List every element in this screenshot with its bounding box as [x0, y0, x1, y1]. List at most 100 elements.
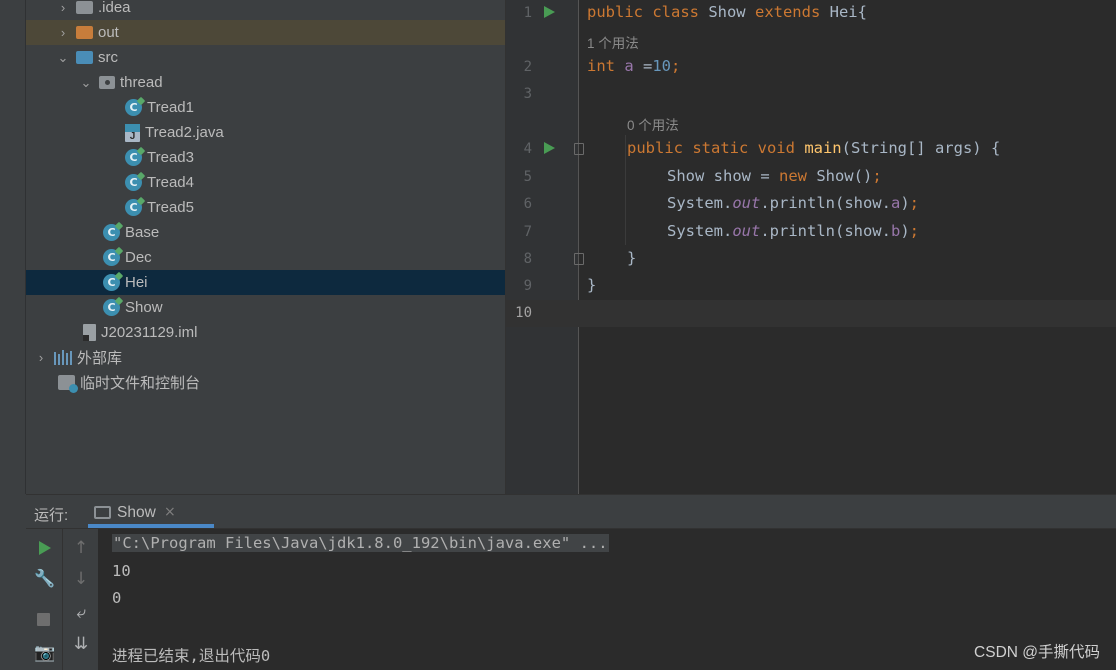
console-exit-message: 进程已结束,退出代码0 — [112, 647, 271, 665]
tree-item-scratches[interactable]: 临时文件和控制台 — [26, 370, 505, 395]
tree-item-src[interactable]: ⌄ src — [26, 45, 505, 70]
scratches-console-icon — [58, 375, 78, 393]
code-line-10: 10 — [506, 300, 1116, 327]
console-output-line: 0 — [112, 589, 122, 607]
tree-item-tread5[interactable]: C Tread5 — [26, 195, 505, 220]
chevron-right-icon[interactable]: › — [34, 350, 48, 365]
code-line-2: 2 int a =10; — [506, 54, 1116, 81]
usage-hint[interactable]: 1 个用法 — [587, 32, 639, 52]
line-number: 8 — [523, 251, 532, 267]
code-token: ; — [872, 167, 882, 185]
usage-hint-line: 1 个用法 — [506, 27, 1116, 54]
rerun-icon[interactable] — [39, 541, 51, 555]
code-token: a — [890, 194, 901, 212]
line-number: 10 — [515, 305, 532, 321]
package-icon — [99, 76, 115, 89]
usage-hint[interactable]: 0 个用法 — [627, 114, 679, 134]
camera-icon[interactable]: 📷 — [34, 643, 55, 663]
tree-item-idea[interactable]: › .idea — [26, 0, 505, 20]
scroll-to-end-icon[interactable]: ⇊ — [71, 634, 91, 654]
tree-item-thread[interactable]: ⌄ thread — [26, 70, 505, 95]
console-tab-icon — [94, 506, 111, 519]
java-class-icon: C — [103, 224, 120, 241]
code-token: a — [615, 57, 634, 75]
tree-item-tread3[interactable]: C Tread3 — [26, 145, 505, 170]
wrench-icon[interactable]: 🔧 — [34, 569, 55, 589]
tree-item-tread1[interactable]: C Tread1 — [26, 95, 505, 120]
chevron-right-icon[interactable]: › — [56, 0, 70, 15]
tree-item-label: Tread4 — [147, 174, 194, 191]
fold-marker-icon[interactable] — [574, 143, 584, 155]
tree-item-show[interactable]: C Show — [26, 295, 505, 320]
line-number: 3 — [523, 86, 532, 102]
code-token: (String[] args) { — [841, 139, 1001, 157]
tree-item-label: 外部库 — [77, 350, 123, 367]
fold-marker-icon[interactable] — [574, 253, 584, 265]
tree-item-base[interactable]: C Base — [26, 220, 505, 245]
java-class-icon: C — [125, 174, 142, 191]
run-panel-header: 运行: Show × — [26, 494, 1116, 529]
code-token: out — [732, 222, 761, 240]
chevron-down-icon[interactable]: ⌄ — [79, 75, 93, 91]
left-tool-strip — [0, 0, 26, 494]
usage-hint-line: 0 个用法 — [506, 109, 1116, 136]
code-token: ; — [671, 57, 681, 75]
code-token: 10 — [652, 57, 672, 75]
code-text: public static void main(String[] args) { — [627, 139, 1000, 157]
source-folder-icon — [76, 51, 93, 64]
line-number: 7 — [523, 224, 532, 240]
code-line-5: 5 Show show = new Show(); — [506, 164, 1116, 191]
java-file-icon: J — [125, 123, 140, 142]
project-tree: › .idea › out ⌄ src ⌄ thread C Tread1 J … — [26, 0, 505, 494]
tree-item-tread2-java[interactable]: J Tread2.java — [26, 120, 505, 145]
chevron-down-icon[interactable]: ⌄ — [56, 50, 70, 66]
tree-item-label: Tread5 — [147, 199, 194, 216]
code-line-8: 8 } — [506, 246, 1116, 273]
tree-item-label: Dec — [125, 249, 152, 266]
java-class-icon: C — [125, 149, 142, 166]
tree-item-label: Show — [125, 299, 163, 316]
line-number: 6 — [523, 196, 532, 212]
line-number: 5 — [523, 169, 532, 185]
stop-icon[interactable] — [37, 613, 50, 626]
tree-item-label: .idea — [98, 0, 131, 16]
code-text: System.out.println(show.a); — [667, 194, 919, 212]
close-icon[interactable]: × — [164, 504, 176, 520]
code-token: ; — [909, 222, 920, 240]
code-token: ; — [909, 194, 920, 212]
library-icon — [54, 350, 72, 365]
tree-item-dec[interactable]: C Dec — [26, 245, 505, 270]
chevron-right-icon[interactable]: › — [56, 25, 70, 40]
tree-item-tread4[interactable]: C Tread4 — [26, 170, 505, 195]
code-line-6: 6 System.out.println(show.a); — [506, 191, 1116, 218]
code-text: } — [627, 249, 637, 267]
run-gutter-icon[interactable] — [544, 142, 555, 154]
console-output-line: 10 — [112, 562, 131, 580]
code-line-4: 4 public static void main(String[] args)… — [506, 136, 1116, 163]
code-text: public class Show extends Hei{ — [587, 3, 867, 21]
tree-item-external-libraries[interactable]: › 外部库 — [26, 345, 505, 370]
console-output[interactable]: "C:\Program Files\Java\jdk1.8.0_192\bin\… — [98, 529, 1116, 670]
line-number: 4 — [523, 141, 532, 157]
arrow-down-icon[interactable]: ↓ — [71, 569, 91, 589]
code-token: System. — [667, 222, 733, 240]
code-token: ) — [900, 222, 910, 240]
soft-wrap-icon[interactable]: ⤶ — [71, 603, 91, 623]
code-token: int — [587, 57, 615, 75]
tree-item-hei[interactable]: C Hei — [26, 270, 505, 295]
code-editor[interactable]: 1 public class Show extends Hei{ 1 个用法 2… — [505, 0, 1116, 494]
code-token: ) — [900, 194, 910, 212]
java-class-icon: C — [125, 199, 142, 216]
watermark: CSDN @手撕代码 — [974, 644, 1100, 661]
run-tab-show[interactable]: Show × — [88, 495, 214, 529]
arrow-up-icon[interactable]: ↑ — [71, 538, 91, 558]
code-token: Show() — [806, 167, 873, 185]
run-panel-label: 运行: — [34, 507, 69, 524]
run-gutter-icon[interactable] — [544, 6, 555, 18]
tree-item-out[interactable]: › out — [26, 20, 505, 45]
tree-item-iml[interactable]: J20231129.iml — [26, 320, 505, 345]
code-text: int a =10; — [587, 57, 680, 75]
code-token: b — [890, 222, 901, 240]
code-token: new — [778, 167, 807, 185]
tree-item-label: Tread1 — [147, 99, 194, 116]
